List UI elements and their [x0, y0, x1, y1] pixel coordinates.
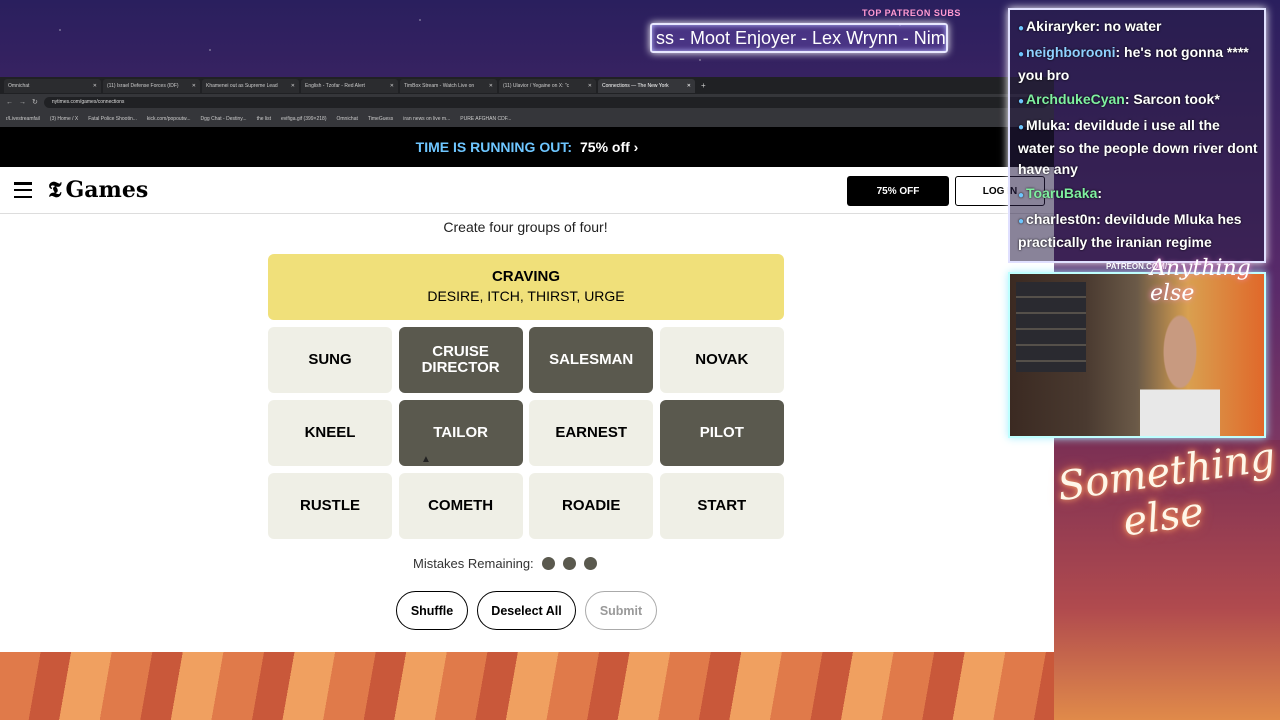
word-tile[interactable]: START: [659, 473, 784, 539]
chat-message: ● neighborooni: he's not gonna **** you b…: [1018, 44, 1249, 83]
chat-username: charlest0n: [1026, 211, 1097, 227]
word-tile[interactable]: NOVAK: [659, 327, 784, 393]
word-tile[interactable]: ROADIE: [529, 473, 654, 539]
mistake-dot: [583, 557, 597, 570]
close-icon[interactable]: ✕: [489, 83, 493, 89]
browser-tab[interactable]: Omnichat ✕: [4, 78, 101, 93]
browser-tab[interactable]: English - Tzofar - Red Alert ✕: [301, 78, 398, 93]
promo-offer: 75% off ›: [580, 139, 639, 155]
bookmark-item[interactable]: (3) Home / X: [50, 116, 78, 122]
bookmark-item[interactable]: Omnichat: [336, 116, 357, 122]
hamburger-menu-icon[interactable]: [14, 182, 32, 198]
tab-strip: Omnichat ✕ (11) Israel Defense Forces (ID…: [0, 77, 1054, 94]
close-icon[interactable]: ✕: [93, 83, 97, 89]
top-patreon-subs-label: TOP PATREON SUBS: [862, 8, 961, 18]
chat-username: ToaruBaka: [1026, 185, 1098, 201]
word-tile[interactable]: SUNG: [268, 327, 392, 393]
chat-message: ● ToaruBaka:: [1018, 185, 1103, 201]
browser-tab[interactable]: TimBox Stream - Watch Live on ✕: [400, 78, 497, 93]
mistake-dot: [562, 557, 576, 570]
chat-text: Sarcon took*: [1133, 91, 1220, 107]
browser-tab-active[interactable]: Connections — The New York ✕: [598, 78, 695, 93]
chat-badge-icon: ●: [1018, 96, 1025, 107]
chat-username: Akiraryker: [1026, 18, 1096, 34]
close-icon[interactable]: ✕: [291, 83, 295, 89]
nyt-games-logo[interactable]: 𝕿 Games: [48, 177, 148, 203]
address-bar[interactable]: nytimes.com/games/connections: [43, 96, 1048, 108]
promo-text: TIME IS RUNNING OUT:: [415, 139, 572, 155]
anything-else-logo: Anything else: [1150, 256, 1251, 306]
stream-chat: ● Akiraryker: no water ● neighborooni: he'…: [1008, 8, 1266, 263]
bookmark-item[interactable]: iran news on live m...: [403, 116, 450, 122]
chat-message: ● Akiraryker: no water: [1018, 18, 1162, 34]
close-icon[interactable]: ✕: [588, 83, 592, 89]
word-tile[interactable]: RUSTLE: [268, 473, 392, 539]
bookmark-item[interactable]: kick.com/popoutw...: [147, 116, 191, 122]
word-tile[interactable]: EARNEST: [529, 400, 654, 466]
bookmark-item[interactable]: TimeGuess: [368, 116, 393, 122]
mouse-cursor-icon: ▲: [421, 454, 431, 465]
chat-badge-icon: ●: [1018, 216, 1025, 227]
close-icon[interactable]: ✕: [687, 83, 691, 89]
game-instructions: Create four groups of four!: [443, 219, 608, 235]
patreon-sub-ticker: ss - Moot Enjoyer - Lex Wrynn - Nimr: [650, 23, 948, 53]
word-tile[interactable]: KNEEL: [268, 400, 392, 466]
word-tile-selected[interactable]: PILOT: [659, 400, 784, 466]
bookmarks-bar: r/Livestreamfail (3) Home / X Fatal Poli…: [0, 110, 1054, 127]
mistakes-remaining: Mistakes Remaining:: [413, 556, 597, 571]
solved-group-category: CRAVING: [491, 268, 561, 285]
solved-group-words: DESIRE, ITCH, THIRST, URGE: [427, 288, 625, 304]
close-icon[interactable]: ✕: [390, 83, 394, 89]
word-tile-selected[interactable]: CRUISE DIRECTOR: [398, 327, 523, 393]
word-grid: SUNG CRUISE DIRECTOR SALESMAN NOVAK KNEE…: [268, 327, 784, 539]
webcam-shelf: [1016, 282, 1086, 372]
bookmark-item[interactable]: PURE AFGHAN CDF...: [460, 116, 511, 122]
subscribe-offer-button[interactable]: 75% OFF: [847, 176, 949, 206]
bookmark-item[interactable]: Dgg Chat - Destiny...: [201, 116, 247, 122]
webcam-streamer: [1140, 314, 1220, 436]
chat-badge-icon: ●: [1018, 122, 1025, 133]
word-tile-selected[interactable]: SALESMAN: [529, 327, 654, 393]
chat-username: Mluka: [1026, 117, 1066, 133]
close-icon[interactable]: ✕: [192, 83, 196, 89]
chat-message: ● ArchdukeCyan: Sarcon took*: [1018, 91, 1220, 107]
site-header: 𝕿 Games 75% OFF LOG IN: [0, 167, 1054, 214]
browser-tab[interactable]: (11) Israel Defense Forces (IDF) ✕: [103, 78, 200, 93]
new-tab-icon[interactable]: +: [697, 81, 706, 90]
browser-tab[interactable]: (11) Ulavior / Yegaine on X: "c ✕: [499, 78, 596, 93]
submit-button[interactable]: Submit: [585, 591, 657, 630]
browser-chrome: Omnichat ✕ (11) Israel Defense Forces (ID…: [0, 77, 1054, 127]
mistake-dot: [541, 557, 555, 570]
promo-banner[interactable]: TIME IS RUNNING OUT: 75% off ›: [0, 127, 1054, 167]
chat-username: neighborooni: [1026, 44, 1116, 60]
bookmark-item[interactable]: Fatal Police Shootin...: [88, 116, 137, 122]
bookmark-item[interactable]: evifiga.gif (399×218): [281, 116, 326, 122]
address-row: ← → ↻ nytimes.com/games/connections: [0, 94, 1054, 110]
bookmark-item[interactable]: the list: [257, 116, 271, 122]
chat-text: no water: [1103, 18, 1162, 34]
solved-group: CRAVING DESIRE, ITCH, THIRST, URGE: [268, 254, 784, 320]
bookmark-item[interactable]: r/Livestreamfail: [6, 116, 40, 122]
nyt-t-icon: 𝕿: [48, 177, 62, 203]
forward-icon[interactable]: →: [19, 99, 26, 106]
chat-badge-icon: ●: [1018, 49, 1025, 60]
word-tile[interactable]: COMETH: [398, 473, 523, 539]
chat-message: ● charlest0n: devildude Mluka hes practic…: [1018, 211, 1242, 250]
chat-badge-icon: ●: [1018, 190, 1025, 201]
connections-game: Create four groups of four! CRAVING DESI…: [0, 214, 1054, 652]
back-icon[interactable]: ←: [6, 99, 13, 106]
game-controls: Shuffle Deselect All Submit: [396, 591, 657, 630]
word-tile-selected[interactable]: TAILOR: [398, 400, 523, 466]
mistakes-label: Mistakes Remaining:: [413, 556, 534, 571]
chat-badge-icon: ●: [1018, 23, 1025, 34]
reload-icon[interactable]: ↻: [32, 98, 38, 106]
deselect-all-button[interactable]: Deselect All: [477, 591, 576, 630]
shuffle-button[interactable]: Shuffle: [396, 591, 468, 630]
browser-tab[interactable]: Khamenei out as Supreme Lead ✕: [202, 78, 299, 93]
chat-message: ● Mluka: devildude i use all the water so…: [1018, 117, 1258, 177]
chat-username: ArchdukeCyan: [1026, 91, 1125, 107]
